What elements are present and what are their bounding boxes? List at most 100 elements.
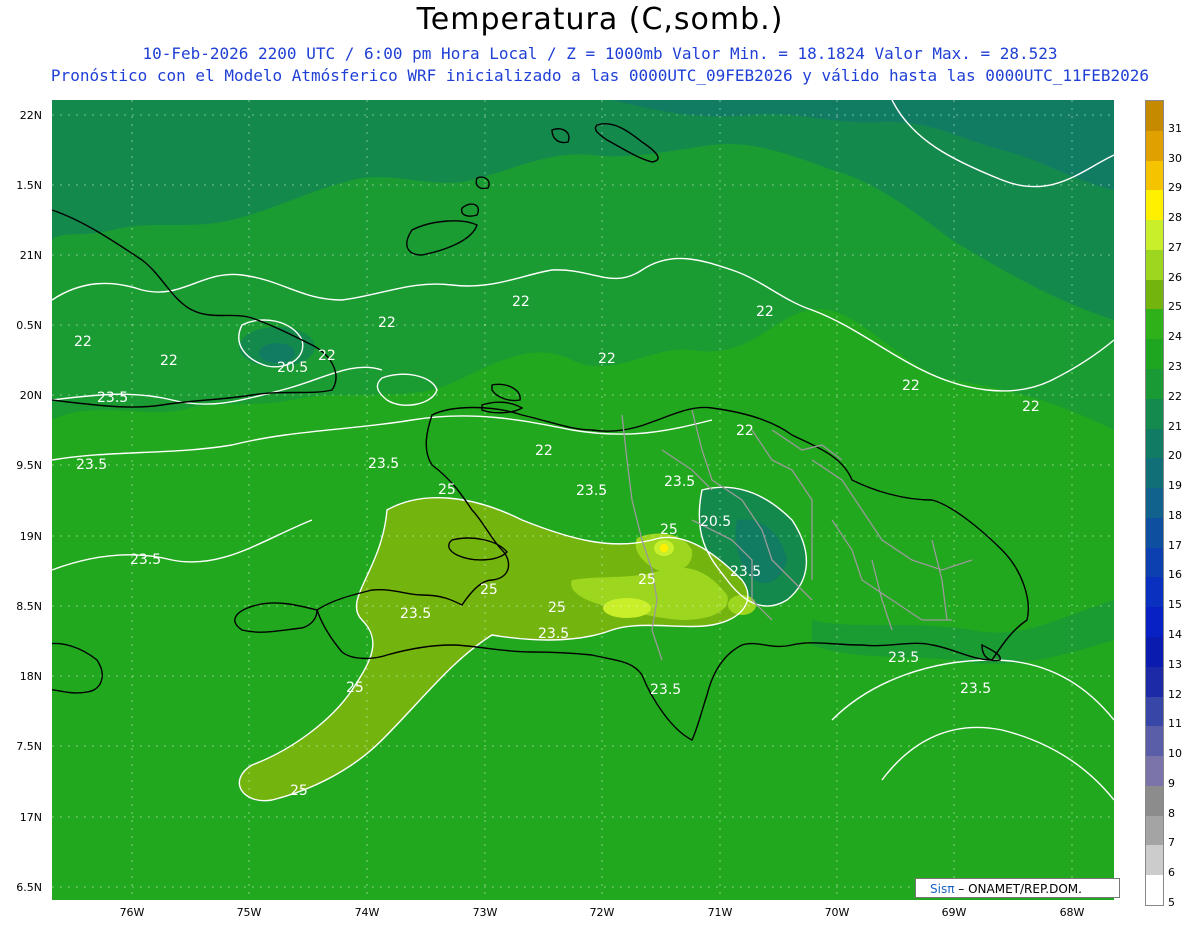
temperature-map[interactable]: 22 22 22 22 22 22 22 22 22 22 22 20.5 20… — [52, 100, 1114, 900]
colorbar-label: 25 — [1168, 300, 1182, 314]
contour-label: 22 — [74, 334, 92, 350]
colorbar-cell — [1146, 517, 1163, 548]
lat-label: 9.5N — [16, 459, 42, 472]
contour-label: 20.5 — [277, 360, 308, 376]
contour-label: 23.5 — [888, 650, 919, 666]
colorbar-cell — [1146, 815, 1163, 846]
contour-label: 22 — [902, 378, 920, 394]
colorbar-cell — [1146, 488, 1163, 519]
colorbar-label: 11 — [1168, 717, 1182, 731]
lon-label: 70W — [824, 906, 850, 919]
contour-label: 20.5 — [700, 514, 731, 530]
colorbar-cell — [1146, 220, 1163, 251]
contour-label: 23.5 — [130, 552, 161, 568]
contour-label: 23.5 — [664, 474, 695, 490]
contour-label: 23.5 — [368, 456, 399, 472]
lat-label: 6.5N — [16, 881, 42, 894]
lon-label: 71W — [707, 906, 733, 919]
map-subtitle-time: 10-Feb-2026 2200 UTC / 6:00 pm Hora Loca… — [142, 44, 1058, 63]
contour-label: 22 — [756, 304, 774, 320]
contour-label: 22 — [598, 351, 616, 367]
colorbar-cell — [1146, 577, 1163, 608]
contour-label: 23.5 — [576, 483, 607, 499]
contour-label: 22 — [160, 353, 178, 369]
contour-label: 25 — [660, 522, 678, 538]
colorbar-label: 22 — [1168, 389, 1182, 403]
colorbar-label: 29 — [1168, 181, 1182, 195]
colorbar-label: 7 — [1168, 836, 1175, 850]
contour-label: 23.5 — [730, 564, 761, 580]
lon-label: 68W — [1059, 906, 1085, 919]
field-26-27 — [603, 598, 651, 618]
colorbar-label: 17 — [1168, 538, 1182, 552]
credit-text: – ONAMET/REP.DOM. — [958, 882, 1082, 896]
colorbar-cell — [1146, 369, 1163, 399]
contour-label: 23.5 — [400, 606, 431, 622]
colorbar-cell — [1146, 398, 1163, 429]
colorbar-cell — [1146, 696, 1163, 727]
contour-label: 22 — [512, 294, 530, 310]
colorbar-cell — [1146, 547, 1163, 578]
colorbar-label: 14 — [1168, 628, 1182, 641]
colorbar-cell — [1146, 130, 1163, 161]
colorbar-label: 30 — [1168, 151, 1182, 165]
colorbar-label: 5 — [1168, 896, 1175, 909]
map-subtitle-model: Pronóstico con el Modelo Atmósferico WRF… — [50, 66, 1150, 85]
contour-label: 23.5 — [76, 457, 107, 473]
colorbar-cell — [1146, 309, 1163, 340]
colorbar-label: 6 — [1168, 866, 1175, 880]
colorbar-cell — [1146, 190, 1163, 221]
contour-label: 25 — [480, 582, 498, 598]
colorbar-cell — [1146, 279, 1163, 310]
map-canvas: 22 22 22 22 22 22 22 22 22 22 22 20.5 20… — [52, 100, 1114, 900]
colorbar-label: 12 — [1168, 687, 1182, 701]
colorbar-cell — [1146, 726, 1163, 757]
contour-label: 22 — [1022, 399, 1040, 415]
colorbar-cell — [1146, 101, 1163, 131]
lon-label: 72W — [589, 906, 615, 919]
colorbar — [1145, 100, 1164, 906]
lat-label: 17N — [19, 811, 42, 824]
colorbar-label: 9 — [1168, 776, 1175, 790]
colorbar-cell — [1146, 607, 1163, 638]
colorbar-label: 26 — [1168, 270, 1182, 284]
lon-label: 75W — [236, 906, 262, 919]
contour-label: 23.5 — [97, 390, 128, 406]
credit-box: Sisπ – ONAMET/REP.DOM. — [915, 878, 1120, 898]
contour-label: 22 — [535, 443, 553, 459]
colorbar-label: 20 — [1168, 449, 1182, 463]
contour-label: 25 — [438, 482, 456, 498]
sispi-logo-text: Sisπ — [930, 882, 955, 896]
colorbar-label: 16 — [1168, 568, 1182, 582]
colorbar-cell — [1146, 785, 1163, 816]
colorbar-label: 13 — [1168, 657, 1182, 671]
contour-label: 25 — [638, 572, 656, 588]
field-27-28 — [660, 544, 668, 552]
lat-label: 22N — [19, 109, 42, 122]
colorbar-cell — [1146, 845, 1163, 876]
contour-label: 25 — [290, 783, 308, 799]
colorbar-label: 18 — [1168, 508, 1182, 522]
colorbar-label: 24 — [1168, 330, 1182, 344]
lat-label: 20N — [19, 389, 42, 402]
lat-label: 19N — [19, 530, 42, 543]
lon-label: 74W — [354, 906, 380, 919]
contour-label: 25 — [548, 600, 566, 616]
colorbar-cell — [1146, 756, 1163, 787]
colorbar-cell — [1146, 160, 1163, 191]
colorbar-label: 19 — [1168, 479, 1182, 493]
colorbar-label: 21 — [1168, 419, 1182, 433]
colorbar-cell — [1146, 249, 1163, 280]
colorbar-label: 10 — [1168, 747, 1182, 761]
colorbar-cell — [1146, 637, 1163, 667]
lon-label: 76W — [119, 906, 145, 919]
lat-label: 7.5N — [16, 740, 42, 753]
contour-label: 23.5 — [960, 681, 991, 697]
lon-label: 73W — [472, 906, 498, 919]
contour-label: 22 — [736, 423, 754, 439]
colorbar-cell — [1146, 339, 1163, 370]
map-title: Temperatura (C,somb.) — [416, 2, 784, 37]
colorbar-label: 27 — [1168, 240, 1182, 254]
lat-label: 18N — [19, 670, 42, 683]
colorbar-label: 15 — [1168, 598, 1182, 612]
